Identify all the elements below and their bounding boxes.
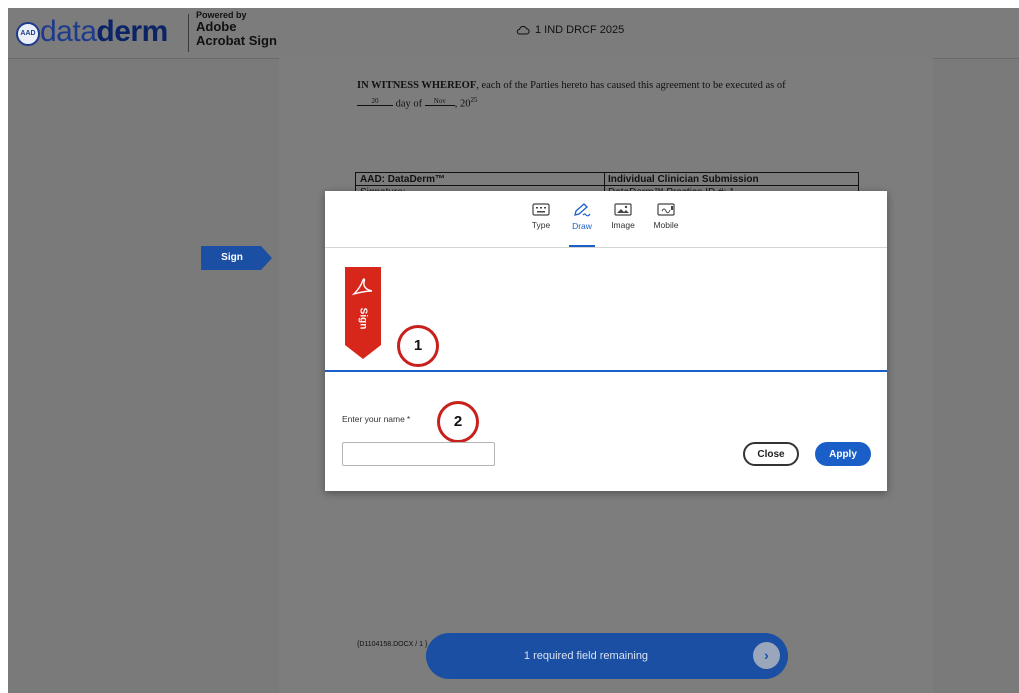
dataderm-logo: dataderm: [40, 15, 168, 49]
month-field: Nov: [424, 97, 455, 106]
tab-draw-label: Draw: [572, 221, 592, 231]
aad-logo-badge: AAD: [16, 22, 40, 46]
year-prefix: , 20: [454, 98, 471, 110]
document-title-text: 1 IND DRCF 2025: [535, 24, 625, 36]
required-asterisk: *: [406, 414, 411, 424]
sign-tag-label: Sign: [221, 252, 243, 263]
callout-1: 1: [397, 325, 439, 367]
apply-button[interactable]: Apply: [815, 442, 871, 466]
signature-dialog: Type Draw Image Mobile Sign 1 2 Enter yo…: [325, 191, 887, 491]
keyboard-icon: [532, 203, 550, 216]
active-tab-underline: [569, 245, 595, 247]
image-icon: [614, 203, 632, 216]
witness-bold: IN WITNESS WHEREOF: [357, 80, 477, 91]
required-fields-text: 1 required field remaining: [523, 650, 649, 662]
tab-mobile[interactable]: Mobile: [646, 203, 686, 230]
day-field: 20: [357, 97, 393, 106]
tab-draw[interactable]: Draw: [562, 203, 602, 247]
logo-derm-text: derm: [96, 15, 168, 48]
header-divider: [188, 14, 189, 52]
day-of-text: day of: [395, 98, 423, 110]
powered-by-block: Powered by Adobe Acrobat Sign: [196, 10, 277, 48]
tab-type[interactable]: Type: [521, 203, 561, 230]
logo-data-text: data: [40, 15, 97, 48]
table-row-divider: [356, 185, 858, 186]
witness-clause: IN WITNESS WHEREOF, each of the Parties …: [357, 80, 897, 91]
pen-icon: [574, 203, 591, 217]
year-suffix: 25: [470, 96, 478, 104]
document-title: 1 IND DRCF 2025: [516, 24, 624, 36]
header-bar: AAD dataderm Powered by Adobe Acrobat Si…: [8, 8, 1019, 59]
powered-adobe: Adobe: [196, 19, 237, 34]
signature-method-tabs: Type Draw Image Mobile: [325, 191, 887, 248]
chevron-right-icon[interactable]: ›: [753, 642, 780, 669]
table-left-header: AAD: DataDerm™: [360, 174, 446, 185]
document-footnote: {D1104158.DOCX / 1 }: [357, 641, 428, 648]
flag-sign-label: Sign: [357, 307, 369, 330]
acrobat-logo-icon: [352, 278, 373, 296]
tab-image[interactable]: Image: [603, 203, 643, 230]
callout-2: 2: [437, 401, 479, 443]
app-window: AAD dataderm Powered by Adobe Acrobat Si…: [8, 8, 1019, 693]
required-fields-bar[interactable]: 1 required field remaining ›: [426, 633, 788, 679]
table-right-header: Individual Clinician Submission: [608, 174, 759, 185]
powered-acrobat-sign: Acrobat Sign: [196, 33, 277, 48]
tab-type-label: Type: [531, 220, 551, 230]
close-button[interactable]: Close: [743, 442, 799, 466]
tab-mobile-label: Mobile: [653, 220, 679, 230]
name-input[interactable]: [342, 442, 495, 466]
signature-baseline: [325, 370, 887, 372]
mobile-icon: [657, 203, 675, 216]
name-field-label: Enter your name *: [342, 414, 410, 424]
name-label-text: Enter your name: [342, 414, 405, 424]
cloud-icon: [516, 25, 530, 35]
tab-image-label: Image: [611, 220, 635, 230]
acrobat-sign-flag: Sign: [345, 267, 381, 359]
witness-text: , each of the Parties hereto has caused …: [476, 80, 786, 91]
execution-date-line: 20 day of Nov, 2025: [357, 96, 478, 110]
sign-field-tag[interactable]: Sign: [201, 246, 272, 270]
